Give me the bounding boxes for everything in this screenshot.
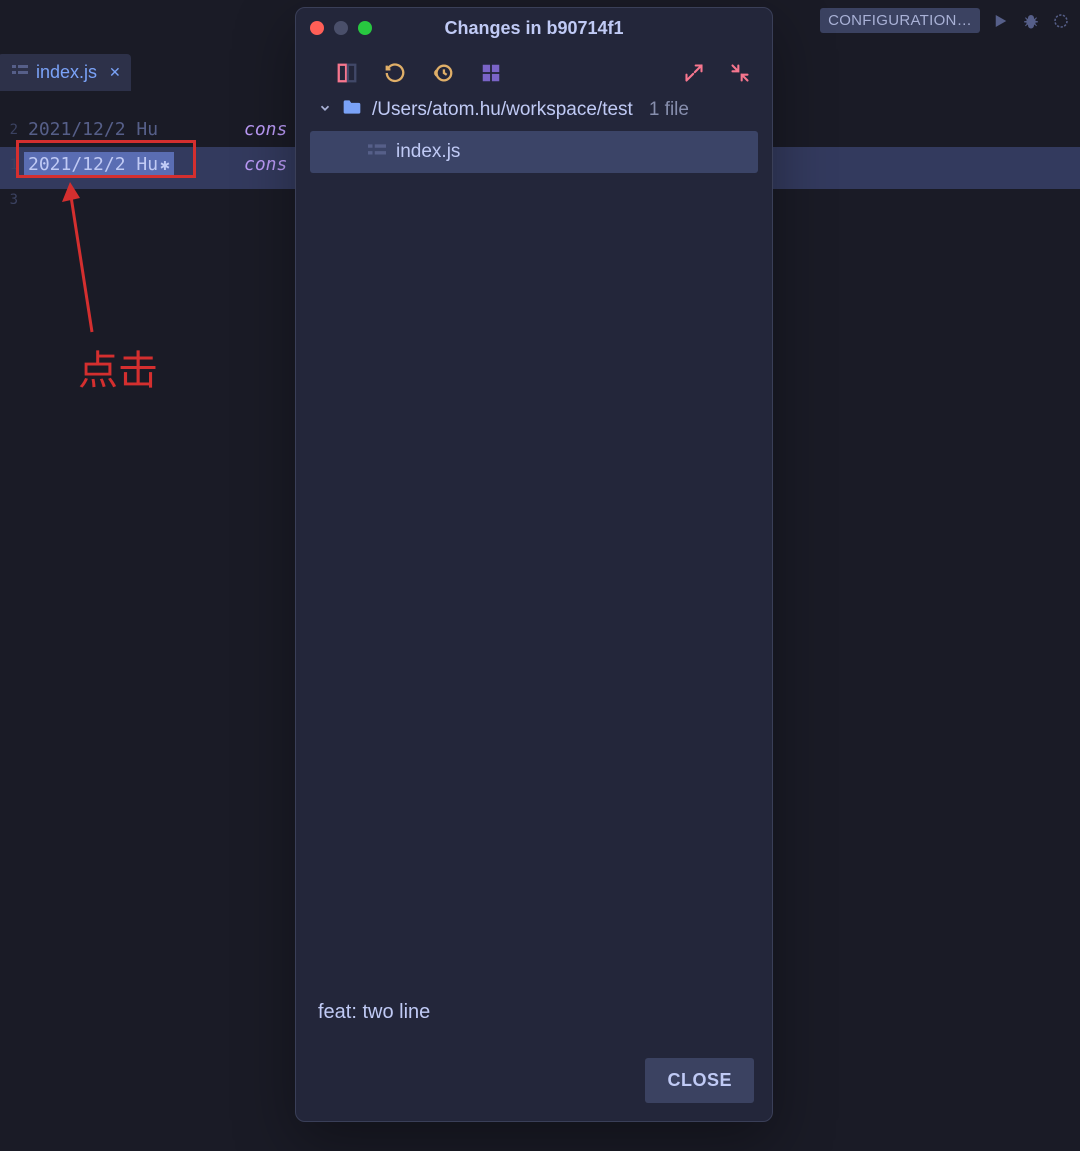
dialog-titlebar[interactable]: Changes in b90714f1	[296, 8, 772, 48]
code-line[interactable]: cons	[244, 147, 287, 182]
dialog-body: /Users/atom.hu/workspace/test 1 file ind…	[296, 94, 772, 1001]
diff-icon[interactable]	[336, 62, 358, 84]
configuration-button[interactable]: CONFIGURATION…	[820, 8, 980, 33]
blame-label-selected[interactable]: 2021/12/2 Hu ✱	[24, 152, 174, 177]
line-number: 1	[0, 157, 18, 173]
collapse-icon[interactable]	[730, 63, 750, 83]
history-icon[interactable]	[432, 62, 454, 84]
tree-path: /Users/atom.hu/workspace/test	[372, 99, 633, 121]
tree-file-count: 1 file	[649, 99, 689, 121]
blame-text: 2021/12/2 Hu	[28, 154, 158, 175]
close-button[interactable]: CLOSE	[645, 1058, 754, 1103]
file-icon	[368, 142, 386, 163]
code-line[interactable]: cons	[244, 112, 287, 147]
file-icon	[12, 63, 28, 82]
tree-file-item[interactable]: index.js	[310, 131, 758, 173]
top-toolbar: CONFIGURATION…	[820, 8, 1070, 33]
tree-root[interactable]: /Users/atom.hu/workspace/test 1 file	[308, 94, 760, 125]
gutter-row-selected[interactable]: 1 2021/12/2 Hu ✱	[0, 147, 198, 182]
gutter-row: 3	[0, 182, 198, 217]
folder-icon	[342, 98, 362, 121]
tab-close-icon[interactable]: ✕	[105, 64, 121, 81]
gutter-row[interactable]: 2 2021/12/2 Hu	[0, 112, 198, 147]
line-number: 3	[0, 192, 18, 208]
window-close-icon[interactable]	[310, 21, 324, 35]
dialog-toolbar	[296, 48, 772, 94]
history-back-icon[interactable]	[384, 62, 406, 84]
commit-message: feat: two line	[296, 1001, 772, 1044]
window-minimize-icon[interactable]	[334, 21, 348, 35]
line-number: 2	[0, 122, 18, 138]
grid-icon[interactable]	[480, 62, 502, 84]
play-icon[interactable]	[992, 12, 1010, 30]
bug-icon[interactable]	[1022, 12, 1040, 30]
expand-icon[interactable]	[684, 63, 704, 83]
editor-tab[interactable]: index.js ✕	[0, 54, 131, 91]
changes-dialog: Changes in b90714f1 /U	[295, 7, 773, 1122]
tree-file-name: index.js	[396, 141, 460, 163]
gutter-blame: 2 2021/12/2 Hu 1 2021/12/2 Hu ✱ 3	[0, 112, 198, 217]
code-area: cons cons	[244, 112, 287, 182]
window-zoom-icon[interactable]	[358, 21, 372, 35]
traffic-lights	[296, 21, 372, 35]
blame-label[interactable]: 2021/12/2 Hu	[24, 117, 162, 142]
chevron-down-icon[interactable]	[318, 101, 332, 118]
dialog-footer: CLOSE	[296, 1044, 772, 1121]
tab-label: index.js	[36, 62, 97, 83]
asterisk-icon: ✱	[160, 155, 170, 174]
refresh-icon[interactable]	[1052, 12, 1070, 30]
annotation-text: 点击	[78, 338, 158, 396]
